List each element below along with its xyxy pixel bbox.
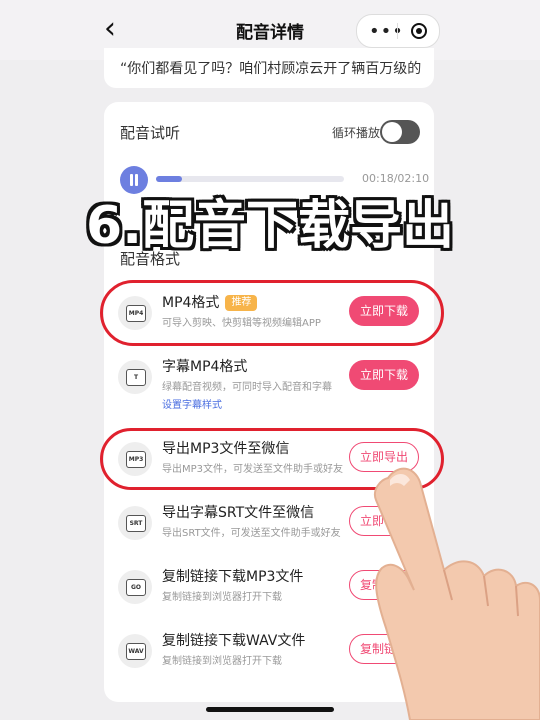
- link-icon-label: GO: [126, 579, 146, 596]
- audio-progress-bar[interactable]: [156, 176, 344, 182]
- mini-program-capsule: •••: [356, 14, 440, 48]
- overlay-caption: 6.配音下载导出: [86, 196, 454, 256]
- pause-icon[interactable]: [120, 166, 148, 194]
- audio-progress-fill: [156, 176, 182, 182]
- srt-icon-label: SRT: [126, 515, 146, 532]
- script-preview-card: “你们都看见了吗？咱们村顾凉云开了辆百万级的: [104, 48, 434, 88]
- preview-section-title: 配音试听: [120, 124, 181, 142]
- format-desc: 复制链接到浏览器打开下载: [162, 656, 282, 667]
- loop-label: 循环播放: [332, 126, 381, 140]
- format-desc: 绿幕配音视频，可同时导入配音和字幕: [162, 382, 332, 393]
- download-subtitle-mp4-button[interactable]: 立即下载: [349, 360, 419, 390]
- subtitle-icon-label: T: [126, 369, 146, 386]
- format-name: 复制链接下载MP3文件: [162, 569, 304, 585]
- format-name: 导出字幕SRT文件至微信: [162, 505, 315, 521]
- wav-icon-label: WAV: [126, 643, 146, 660]
- subtitle-style-link[interactable]: 设置字幕样式: [162, 396, 222, 411]
- playback-time: 00:18/02:10: [362, 172, 430, 185]
- highlight-ring-mp4: [100, 280, 444, 346]
- subtitle-mp4-icon: T: [118, 360, 152, 394]
- format-name: 复制链接下载WAV文件: [162, 633, 306, 649]
- pointing-hand-image: [374, 467, 540, 720]
- script-preview-text: “你们都看见了吗？咱们村顾凉云开了辆百万级的: [120, 61, 422, 77]
- more-dots-icon[interactable]: •••: [369, 21, 404, 42]
- target-icon[interactable]: [411, 23, 427, 39]
- loop-toggle[interactable]: [380, 120, 420, 144]
- link-icon: GO: [118, 570, 152, 604]
- page-title: 配音详情: [236, 23, 304, 43]
- wav-file-icon: WAV: [118, 634, 152, 668]
- format-row-subtitle-mp4: T 字幕MP4格式 绿幕配音视频，可同时导入配音和字幕 设置字幕样式 立即下载: [104, 348, 434, 411]
- srt-file-icon: SRT: [118, 506, 152, 540]
- format-desc: 复制链接到浏览器打开下载: [162, 592, 282, 603]
- home-indicator: [206, 707, 334, 712]
- capsule-divider: [397, 23, 398, 39]
- format-desc: 导出SRT文件，可发送至文件助手或好友: [162, 528, 341, 539]
- format-name: 字幕MP4格式: [162, 359, 248, 375]
